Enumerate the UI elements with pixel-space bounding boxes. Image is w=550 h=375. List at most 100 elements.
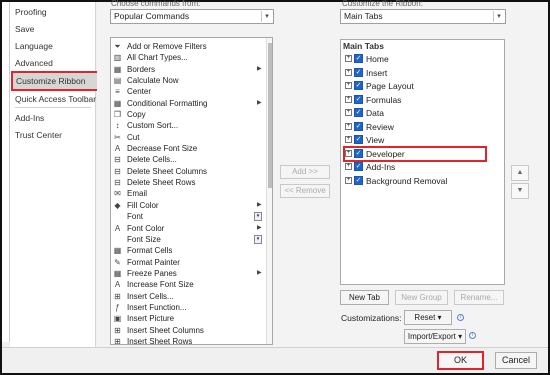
expand-plus-icon[interactable]: +	[345, 122, 352, 130]
borders-icon: ▦	[113, 64, 122, 74]
command-label: Center	[127, 87, 152, 97]
expand-plus-icon[interactable]: +	[345, 109, 352, 116]
command-label: Custom Sort...	[127, 121, 179, 131]
move-down-button[interactable]: ▼	[511, 183, 529, 199]
ribbon-tabs-dropdown[interactable]: Main Tabs ▾	[340, 9, 506, 24]
import-export-button[interactable]: Import/Export ▾	[404, 329, 466, 344]
command-item[interactable]: ⊟ Delete Cells...	[111, 154, 267, 165]
sidebar-item-advanced[interactable]: Advanced	[15, 55, 53, 71]
command-item[interactable]: ⊞ Insert Cells...	[111, 291, 267, 302]
command-item[interactable]: ⊟ Delete Sheet Columns	[111, 166, 267, 177]
expand-plus-icon[interactable]: +	[345, 176, 352, 184]
ribbon-tab-item[interactable]: + ✓ Review	[345, 121, 500, 133]
command-item[interactable]: ⊞ Insert Sheet Columns	[111, 325, 267, 336]
move-up-button[interactable]: ▲	[511, 165, 529, 181]
checkbox[interactable]: ✓	[354, 54, 363, 63]
ribbon-tab-item[interactable]: + ✓ Home	[345, 53, 500, 65]
choose-commands-dropdown[interactable]: Popular Commands ▾	[110, 9, 274, 24]
ok-button[interactable]: OK	[437, 351, 484, 370]
chart-icon: ▥	[113, 53, 122, 63]
chevron-down-icon[interactable]: ▾	[493, 11, 504, 22]
checkbox[interactable]: ✓	[354, 94, 363, 104]
command-item[interactable]: ↕ Custom Sort...	[111, 120, 267, 131]
expand-plus-icon[interactable]: +	[345, 149, 352, 157]
ribbon-tab-item[interactable]: + ✓ Background Removal	[345, 175, 500, 187]
chevron-down-icon[interactable]: ▾	[261, 11, 272, 22]
sidebar-item-quick-access-toolbar[interactable]: Quick Access Toolbar	[15, 91, 96, 107]
expand-plus-icon[interactable]: +	[345, 68, 352, 76]
sidebar-item-language[interactable]: Language	[15, 38, 53, 54]
reset-button[interactable]: Reset ▾	[404, 310, 452, 325]
expand-plus-icon[interactable]: +	[345, 163, 352, 170]
command-item[interactable]: ▥ All Chart Types...	[111, 52, 267, 63]
scrollbar-thumb[interactable]	[268, 43, 272, 188]
info-icon: i	[469, 332, 476, 339]
ribbon-tab-item[interactable]: + ✓ Developer	[343, 145, 487, 162]
checkbox[interactable]: ✓	[354, 162, 363, 171]
copy-icon: ❐	[113, 110, 122, 120]
cancel-button[interactable]: Cancel	[495, 352, 537, 369]
command-item[interactable]: ◆ Fill Color ▶	[111, 200, 267, 211]
ribbon-tab-label: Background Removal	[366, 175, 448, 186]
command-label: All Chart Types...	[127, 53, 188, 63]
command-item[interactable]: Font ▾	[111, 211, 267, 222]
sidebar-item-trust-center[interactable]: Trust Center	[15, 127, 62, 143]
expand-plus-icon[interactable]: +	[345, 95, 352, 103]
checkbox[interactable]: ✓	[354, 81, 363, 90]
command-item[interactable]: ✎ Format Painter	[111, 257, 267, 268]
submenu-arrow-icon: ▶	[257, 269, 262, 276]
checkbox[interactable]: ✓	[354, 135, 363, 144]
ribbon-tabs-value: Main Tabs	[344, 11, 383, 21]
command-item[interactable]: Font Size ▾	[111, 234, 267, 245]
command-item[interactable]: ⊞ Insert Sheet Rows	[111, 336, 267, 344]
command-item[interactable]: ✂ Cut	[111, 132, 267, 143]
command-item[interactable]: ▣ Insert Picture	[111, 313, 267, 324]
command-label: Cut	[127, 132, 140, 142]
new-group-button[interactable]: New Group	[395, 290, 448, 305]
commands-list[interactable]: ⏷ Add or Remove Filters ▥ All Chart Types..…	[110, 37, 273, 345]
command-label: Font	[127, 212, 144, 222]
checkbox[interactable]: ✓	[354, 148, 363, 158]
ribbon-tab-item[interactable]: + ✓ Data	[345, 107, 500, 119]
remove-button[interactable]: << Remove	[280, 184, 330, 198]
command-item[interactable]: ⊟ Delete Sheet Rows	[111, 177, 267, 188]
sidebar-item-customize-ribbon[interactable]: Customize Ribbon	[11, 71, 99, 91]
command-item[interactable]: ▦ Freeze Panes ▶	[111, 268, 267, 279]
command-item[interactable]: A Decrease Font Size	[111, 143, 267, 154]
ribbon-tab-item[interactable]: + ✓ Insert	[345, 67, 500, 79]
expand-plus-icon[interactable]: +	[345, 55, 352, 62]
add-button[interactable]: Add >>	[280, 165, 330, 179]
command-item[interactable]: ▤ Calculate Now	[111, 75, 267, 86]
checkbox[interactable]: ✓	[354, 121, 363, 131]
command-item[interactable]: ƒ Insert Function...	[111, 302, 267, 313]
command-item[interactable]: A Font Color ▶	[111, 223, 267, 234]
ribbon-tab-label: Formulas	[366, 94, 402, 105]
command-item[interactable]: ✉ Email	[111, 188, 267, 199]
ribbon-tabs-tree[interactable]: Main Tabs + ✓ Home + ✓ Insert + ✓ Page Layout + ✓ F…	[340, 39, 505, 285]
sidebar-item-add-ins[interactable]: Add-Ins	[15, 110, 44, 126]
rename-button[interactable]: Rename...	[454, 290, 504, 305]
checkbox[interactable]: ✓	[354, 175, 363, 185]
ribbon-tab-item[interactable]: + ✓ View	[345, 134, 500, 146]
ribbon-tab-item[interactable]: + ✓ Add-Ins	[345, 161, 500, 173]
ribbon-tab-item[interactable]: + ✓ Formulas	[345, 94, 500, 106]
paintbrush-icon: ✎	[114, 257, 121, 267]
command-item[interactable]: ⏷ Add or Remove Filters	[111, 41, 267, 52]
calculator-icon: ▤	[113, 76, 122, 86]
commands-scrollbar[interactable]	[266, 38, 272, 344]
command-item[interactable]: ▦ Borders ▶	[111, 64, 267, 75]
expand-plus-icon[interactable]: +	[345, 136, 352, 143]
checkbox[interactable]: ✓	[354, 67, 363, 77]
checkbox[interactable]: ✓	[354, 108, 363, 117]
delete-columns-icon: ⊟	[114, 166, 121, 176]
command-item[interactable]: ▦ Format Cells	[111, 245, 267, 256]
sidebar-item-proofing[interactable]: Proofing	[15, 4, 47, 20]
command-item[interactable]: A Increase Font Size	[111, 279, 267, 290]
new-tab-button[interactable]: New Tab	[340, 290, 389, 305]
command-item[interactable]: ▦ Conditional Formatting ▶	[111, 98, 267, 109]
sidebar-item-save[interactable]: Save	[15, 21, 34, 37]
command-item[interactable]: ≡ Center	[111, 86, 267, 97]
expand-plus-icon[interactable]: +	[345, 82, 352, 89]
ribbon-tab-item[interactable]: + ✓ Page Layout	[345, 80, 500, 92]
command-item[interactable]: ❐ Copy	[111, 109, 267, 120]
